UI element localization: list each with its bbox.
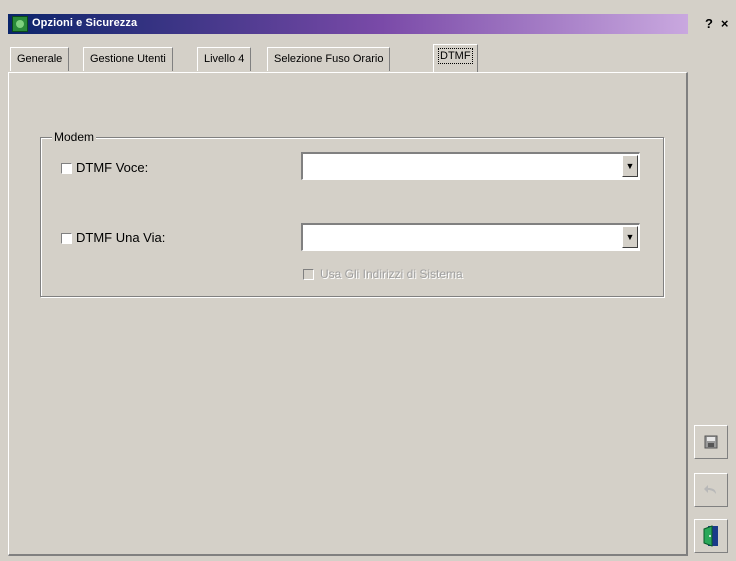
exit-button[interactable] (694, 519, 728, 553)
floppy-disk-icon (704, 435, 718, 449)
undo-button[interactable] (694, 473, 728, 507)
close-button[interactable]: × (719, 16, 731, 31)
usa-indirizzi-label: Usa Gli Indirizzi di Sistema (320, 267, 463, 281)
tab-livello-4[interactable]: Livello 4 (197, 47, 252, 71)
dtmf-voce-label: DTMF Voce: (76, 160, 149, 175)
title-bar: Opzioni e Sicurezza (8, 14, 688, 34)
undo-arrow-icon (704, 484, 716, 494)
app-icon (12, 16, 28, 32)
modem-group-label: Modem (52, 130, 97, 144)
dtmf-voce-select[interactable]: ▼ (301, 152, 640, 180)
tab-selezione-fuso-orario[interactable]: Selezione Fuso Orario (267, 47, 391, 71)
modem-groupbox: Modem DTMF Voce: ▼ DTMF Una Via: ▼ Usa G… (40, 130, 664, 297)
dtmf-voce-checkbox[interactable] (61, 163, 72, 174)
chevron-down-icon[interactable]: ▼ (622, 155, 638, 177)
usa-indirizzi-checkbox[interactable] (303, 269, 314, 280)
tab-panel: Modem DTMF Voce: ▼ DTMF Una Via: ▼ Usa G… (8, 72, 688, 556)
exit-door-icon (703, 525, 718, 547)
dtmf-una-via-checkbox[interactable] (61, 233, 72, 244)
title-buttons: ? × (703, 16, 731, 31)
tab-generale[interactable]: Generale (10, 47, 70, 71)
help-button[interactable]: ? (703, 16, 715, 31)
tab-dtmf[interactable]: DTMF (433, 44, 478, 72)
tab-gestione-utenti[interactable]: Gestione Utenti (83, 47, 173, 71)
dtmf-una-via-select[interactable]: ▼ (301, 223, 640, 251)
window-title: Opzioni e Sicurezza (32, 17, 138, 29)
dtmf-una-via-label: DTMF Una Via: (76, 230, 166, 245)
save-button[interactable] (694, 425, 728, 459)
chevron-down-icon[interactable]: ▼ (622, 226, 638, 248)
